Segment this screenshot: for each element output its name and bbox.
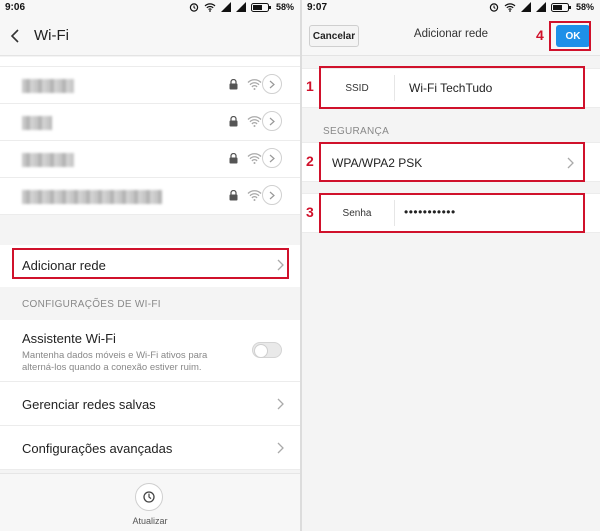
refresh-label: Atualizar: [132, 516, 168, 526]
wifi-signal-icon: [247, 153, 262, 164]
alarm-icon: [489, 3, 499, 12]
security-section-label: SEGURANÇA: [323, 126, 390, 137]
status-bar: 9:06 58%: [0, 0, 300, 16]
back-arrow-icon[interactable]: [10, 28, 20, 44]
network-details-button[interactable]: [262, 111, 282, 131]
status-bar: 9:07 58%: [302, 0, 600, 16]
blurred-network-name: [22, 116, 52, 130]
network-details-button[interactable]: [262, 74, 282, 94]
signal-icon: [535, 2, 546, 12]
wifi-signal-icon: [247, 116, 262, 127]
network-row[interactable]: [0, 141, 300, 178]
page-title: Wi-Fi: [34, 27, 69, 44]
chevron-right-icon: [269, 191, 275, 199]
highlight-box: [549, 21, 591, 51]
chevron-right-icon: [277, 398, 284, 410]
wifi-assistant-title: Assistente Wi-Fi: [22, 331, 116, 346]
alarm-icon: [189, 3, 199, 12]
step-marker-1: 1: [306, 78, 314, 94]
network-list: [0, 57, 300, 215]
network-row[interactable]: [0, 67, 300, 104]
chevron-right-icon: [277, 442, 284, 454]
wifi-status-icon: [504, 3, 516, 12]
refresh-icon: [143, 491, 155, 503]
wifi-signal-icon: [247, 190, 262, 201]
network-row[interactable]: [0, 104, 300, 141]
highlight-box: [319, 142, 585, 182]
battery-icon: [550, 2, 571, 12]
manage-saved-networks-row[interactable]: Gerenciar redes salvas: [0, 382, 300, 426]
manage-saved-networks-label: Gerenciar redes salvas: [22, 397, 156, 412]
chevron-right-icon: [269, 80, 275, 88]
blurred-network-name: [22, 153, 74, 167]
blurred-network-name: [22, 190, 162, 204]
signal-icon: [235, 2, 246, 12]
battery-percent: 58%: [275, 2, 294, 12]
highlight-box: [319, 66, 585, 109]
add-network-screen: 9:07 58% Cancelar Adicionar rede OK SSID…: [302, 0, 600, 531]
advanced-settings-row[interactable]: Configurações avançadas: [0, 426, 300, 470]
step-marker-2: 2: [306, 153, 314, 169]
wifi-assistant-row[interactable]: Assistente Wi-Fi Mantenha dados móveis e…: [0, 320, 300, 382]
highlight-box: [12, 248, 289, 279]
wifi-screen: 9:06 58% Wi-Fi Adicionar rede CONFIGURAÇ…: [0, 0, 300, 531]
advanced-settings-label: Configurações avançadas: [22, 441, 173, 456]
status-time: 9:07: [307, 2, 328, 13]
signal-icon: [520, 2, 531, 12]
refresh-button[interactable]: [135, 483, 163, 511]
step-marker-3: 3: [306, 204, 314, 220]
signal-icon: [220, 2, 231, 12]
lock-icon: [229, 153, 238, 164]
bottom-bar: Atualizar: [0, 473, 300, 531]
battery-percent: 58%: [575, 2, 594, 12]
wifi-header: Wi-Fi: [0, 16, 300, 56]
lock-icon: [229, 116, 238, 127]
wifi-signal-icon: [247, 79, 262, 90]
network-row[interactable]: [0, 178, 300, 215]
highlight-box: [319, 193, 585, 233]
section-label: CONFIGURAÇÕES DE WI-FI: [22, 299, 161, 310]
chevron-right-icon: [269, 154, 275, 162]
wifi-status-icon: [204, 3, 216, 12]
battery-icon: [250, 2, 271, 12]
blurred-network-name: [22, 79, 74, 93]
wifi-assistant-subtitle: Mantenha dados móveis e Wi-Fi ativos par…: [22, 350, 208, 373]
network-row-partial: [0, 57, 300, 67]
network-details-button[interactable]: [262, 185, 282, 205]
lock-icon: [229, 79, 238, 90]
network-details-button[interactable]: [262, 148, 282, 168]
chevron-right-icon: [269, 117, 275, 125]
wifi-assistant-toggle[interactable]: [252, 342, 282, 358]
step-marker-4: 4: [536, 27, 544, 43]
lock-icon: [229, 190, 238, 201]
status-time: 9:06: [5, 2, 26, 13]
wifi-settings-list: Assistente Wi-Fi Mantenha dados móveis e…: [0, 320, 300, 470]
